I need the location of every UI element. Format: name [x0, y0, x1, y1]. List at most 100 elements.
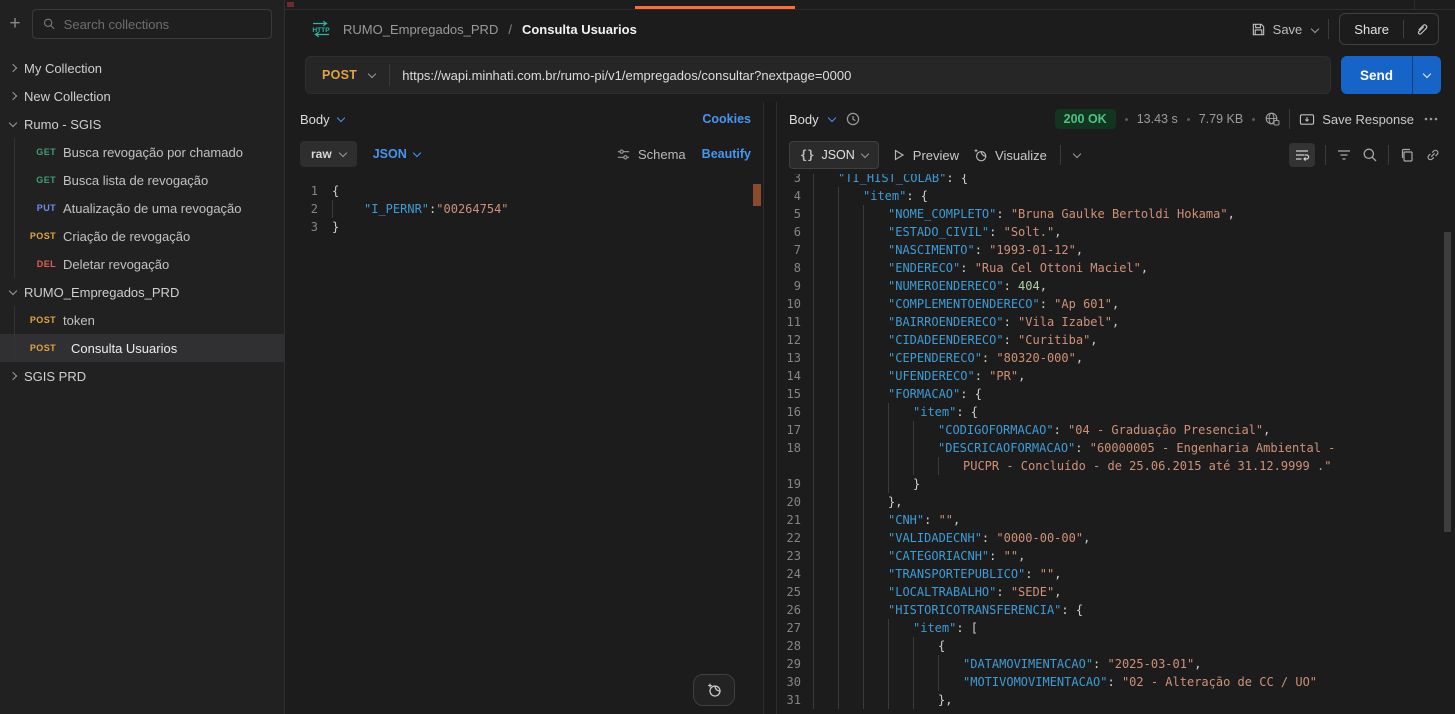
sidebar-item-collection[interactable]: RUMO_Empregados_PRD [0, 278, 284, 306]
language-dropdown[interactable]: JSON [373, 147, 420, 161]
sidebar-item-request[interactable]: GETBusca revogação por chamado [0, 138, 284, 166]
tab-strip[interactable] [285, 0, 1455, 10]
schema-button[interactable]: Schema [616, 147, 686, 162]
line-number: 19 [777, 475, 813, 493]
preview-button[interactable]: Preview [892, 148, 959, 163]
save-button[interactable]: Save [1251, 22, 1303, 37]
new-collection-button[interactable]: + [4, 13, 26, 35]
postbot-button[interactable] [693, 674, 735, 706]
status-badge[interactable]: 200 OK [1055, 109, 1116, 129]
method-select[interactable]: POST [306, 68, 369, 82]
filter-button[interactable] [1336, 147, 1352, 163]
sidebar-item-request[interactable]: DELDeletar revogação [0, 250, 284, 278]
response-body-tab[interactable]: Body [789, 112, 819, 127]
chevron-down-icon[interactable] [1073, 149, 1081, 157]
url-bar: POST https://wapi.minhati.com.br/rumo-pi… [285, 48, 1455, 102]
postbot-sparkle-icon [705, 681, 723, 699]
scrollbar-thumb[interactable] [1444, 232, 1451, 532]
method-badge: GET [0, 175, 56, 185]
line-number: 24 [777, 565, 813, 583]
response-body-viewer[interactable]: 3"TI_HIST_COLAB": {4"item": {5"NOME_COMP… [777, 174, 1455, 714]
send-options-button[interactable] [1413, 56, 1441, 94]
collection-label: SGIS PRD [24, 369, 86, 384]
url-field[interactable]: POST https://wapi.minhati.com.br/rumo-pi… [305, 56, 1331, 94]
sidebar-item-collection[interactable]: My Collection [0, 54, 284, 82]
chevron-down-icon [9, 118, 17, 126]
code-line: 2"I_PERNR":"00264754" [292, 200, 763, 218]
line-number: 27 [777, 619, 813, 637]
sidebar-item-request[interactable]: POSTCriação de revogação [0, 222, 284, 250]
code-line: 25"LOCALTRABALHO": "SEDE", [777, 583, 1455, 601]
line-number: 20 [777, 493, 813, 511]
response-size[interactable]: 7.79 KB [1199, 112, 1243, 126]
response-link-button[interactable] [1425, 147, 1441, 163]
save-icon [1251, 22, 1266, 37]
send-button-group: Send [1341, 56, 1441, 94]
url-input[interactable]: https://wapi.minhati.com.br/rumo-pi/v1/e… [402, 68, 851, 83]
share-button[interactable]: Share [1340, 22, 1403, 37]
line-number: 3 [777, 174, 813, 187]
response-time[interactable]: 13.43 s [1137, 112, 1178, 126]
copy-link-button[interactable] [1404, 22, 1438, 37]
breadcrumb-collection[interactable]: RUMO_Empregados_PRD [343, 22, 498, 37]
collection-label: Rumo - SGIS [24, 117, 101, 132]
link-icon [1414, 22, 1429, 37]
collection-children: POSTtokenPOSTConsulta Usuarios [0, 306, 284, 362]
save-response-icon [1299, 112, 1315, 127]
history-icon[interactable] [845, 111, 861, 127]
response-format-label: JSON [821, 148, 854, 162]
visualize-label: Visualize [995, 148, 1047, 163]
method-chevron-icon [368, 69, 376, 77]
code-line: PUCPR - Concluído - de 25.06.2015 até 31… [777, 457, 1455, 475]
code-line: 30"MOTIVOMOVIMENTACAO": "02 - Alteração … [777, 673, 1455, 691]
collection-children: GETBusca revogação por chamadoGETBusca l… [0, 138, 284, 278]
search-input[interactable] [64, 17, 261, 32]
sidebar-item-collection[interactable]: New Collection [0, 82, 284, 110]
code-line: 26"HISTORICOTRANSFERENCIA": { [777, 601, 1455, 619]
line-number: 17 [777, 421, 813, 439]
search-response-button[interactable] [1362, 147, 1378, 163]
line-number: 31 [777, 691, 813, 709]
save-dropdown-chevron-icon[interactable] [1311, 25, 1319, 33]
request-body-editor[interactable]: 1{2"I_PERNR":"00264754"3} [292, 172, 763, 714]
collection-label: New Collection [24, 89, 111, 104]
sidebar-item-collection[interactable]: Rumo - SGIS [0, 110, 284, 138]
cookies-link[interactable]: Cookies [702, 112, 751, 126]
save-response-button[interactable]: Save Response [1299, 112, 1414, 127]
line-number: 1 [292, 182, 332, 200]
panel-splitter[interactable] [763, 102, 777, 714]
copy-icon [1399, 147, 1415, 163]
link-icon [1425, 147, 1441, 163]
breadcrumb-separator: / [508, 22, 512, 37]
network-globe-icon[interactable] [1264, 111, 1280, 127]
schema-label: Schema [638, 147, 686, 162]
copy-response-button[interactable] [1399, 147, 1415, 163]
code-line: 18"DESCRICAOFORMACAO": "60000005 - Engen… [777, 439, 1455, 457]
collections-search[interactable] [32, 9, 272, 39]
wrap-text-button[interactable] [1289, 143, 1315, 167]
sidebar-item-request[interactable]: GETBusca lista de revogação [0, 166, 284, 194]
scrollbar-thumb[interactable] [753, 184, 761, 206]
beautify-button[interactable]: Beautify [702, 147, 751, 161]
postman-app: + My Collection New Collection Rumo - SGIS… [0, 0, 1455, 714]
request-label: Busca revogação por chamado [63, 145, 243, 160]
request-body-tab[interactable]: Body [300, 112, 330, 127]
line-number: 25 [777, 583, 813, 601]
search-icon [1362, 147, 1378, 163]
request-header: HTTP RUMO_Empregados_PRD / Consulta Usua… [285, 10, 1455, 48]
sidebar-item-request[interactable]: POSTConsulta Usuarios [0, 334, 284, 362]
chevron-down-icon [336, 113, 344, 121]
send-button[interactable]: Send [1341, 56, 1413, 94]
line-number: 6 [777, 223, 813, 241]
line-number: 15 [777, 385, 813, 403]
visualize-button[interactable]: Visualize [972, 147, 1047, 163]
sidebar-item-request[interactable]: POSTtoken [0, 306, 284, 334]
dot-separator [1187, 118, 1190, 121]
more-options-icon[interactable] [1423, 112, 1439, 126]
body-type-dropdown[interactable]: raw [300, 141, 357, 167]
sidebar-item-request[interactable]: PUTAtualização de uma revogação [0, 194, 284, 222]
response-format-dropdown[interactable]: {} JSON [789, 141, 879, 169]
body-type-label: raw [311, 147, 332, 161]
sidebar-item-collection[interactable]: SGIS PRD [0, 362, 284, 390]
request-label: Deletar revogação [63, 257, 169, 272]
